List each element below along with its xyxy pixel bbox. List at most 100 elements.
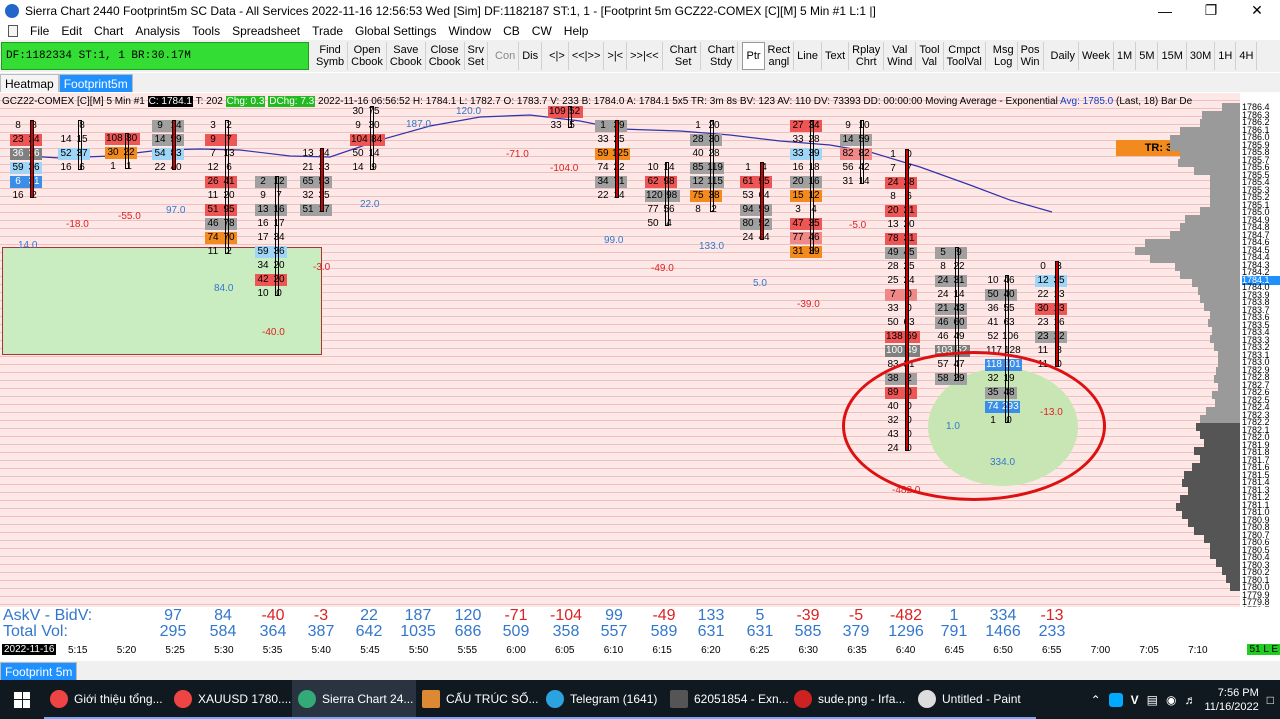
toolbar-button-30m[interactable]: 30M [1187,42,1216,70]
volume-profile-bar [1204,439,1240,447]
zalo-icon[interactable] [1108,692,1123,707]
time-label: 6:15 [652,645,672,656]
toolbar-button-5m[interactable]: 5M [1136,42,1159,70]
toolbar-button-ptr[interactable]: Ptr [742,42,765,70]
chevron-up-icon[interactable]: ⌃ [1091,693,1101,707]
toolbar-button-srv[interactable]: Srv Set [465,42,489,70]
time-label: 5:35 [262,645,283,656]
menu-cw[interactable]: CW [526,24,558,38]
toolbar-button-4h[interactable]: 4H [1236,42,1258,70]
taskbar-item-mt[interactable]: 62051854 - Exn... [664,680,788,719]
taskbar-item-chrome-2[interactable]: XAUUSD 1780.... [168,680,292,719]
time-label: 6:20 [701,645,721,656]
tab-footprint5m[interactable]: Footprint5m [58,74,133,92]
toolbar-button--[interactable]: >>|<< [627,42,663,70]
time-axis[interactable]: 2022-11-16 51 L E 5:15 5:20 5:25 5:30 5:35 5:… [0,641,1280,661]
clock[interactable]: 7:56 PM 11/16/2022 [1205,686,1259,714]
toolbar-button-week[interactable]: Week [1079,42,1114,70]
bid-volume: 50 [887,317,899,328]
taskbar-item-telegram[interactable]: Telegram (1641) [540,680,664,719]
menu-chart[interactable]: Chart [88,24,129,38]
network-icon[interactable]: ▤ [1147,693,1158,707]
menu-cb[interactable]: CB [497,24,526,38]
toolbar-button-save[interactable]: Save Cbook [387,42,426,70]
tab-footprint-5m[interactable]: Footprint 5m [0,662,78,680]
menu-spreadsheet[interactable]: Spreadsheet [226,24,306,38]
volume-icon[interactable]: ♬ [1185,693,1197,707]
footprint-cell: 82 [690,204,722,216]
toolbar-button-1m[interactable]: 1M [1114,42,1137,70]
toolbar-button-1h[interactable]: 1H [1215,42,1237,70]
menu-file[interactable]: File [24,24,55,38]
time-label: 5:55 [457,645,478,656]
time-label: 7:05 [1139,645,1159,656]
taskbar-item-word[interactable]: CẤU TRÚC SỐ... [416,680,540,719]
toolbar-button-cmpct[interactable]: Cmpct ToolVal [944,42,986,70]
menu-help[interactable]: Help [558,24,595,38]
taskbar-item-irfanview[interactable]: sude.png - Irfa... [788,680,912,719]
toolbar-button-pos[interactable]: Pos Win [1018,42,1044,70]
toolbar-button-val[interactable]: Val Wind [884,42,917,70]
toolbar-button-chart[interactable]: Chart Set [667,42,701,70]
daily-change-value: DChg: 7.3 [268,96,316,107]
button-line-1: 30M [1189,50,1212,62]
maximize-button[interactable]: ❐ [1188,0,1234,21]
menu-trade[interactable]: Trade [306,24,349,38]
menu-global-settings[interactable]: Global Settings [349,24,442,38]
ask-volume: 63 [1003,317,1015,328]
toolbar-button-dis[interactable]: Dis [519,42,543,70]
footprint-cell: 32 [205,120,237,132]
tab-heatmap[interactable]: Heatmap [0,74,59,92]
price-scale[interactable]: 1786.4 1786.3 1786.2 1786.1 1786.0 1785.9 1785… [1240,93,1280,614]
footprint-chart[interactable]: 8 8 23 24 36 26 59 36 6 31 16 2 8 14 15 52 37 16 6 108 80 30 2… [0,93,1240,607]
ask-volume: 35 [318,190,330,201]
toolbar-button-find[interactable]: Find Symb [313,42,349,70]
close-button[interactable]: ✕ [1234,0,1280,21]
toolbar-button-con[interactable]: Con [492,42,520,70]
volume-profile-bar [1188,519,1240,527]
menu-analysis[interactable]: Analysis [129,24,186,38]
toolbar-button-text[interactable]: Text [822,42,850,70]
footprint-cell: 30 22 [105,147,137,159]
footprint-cell: 34 20 [255,260,287,272]
taskbar-item-paint[interactable]: Untitled - Paint [912,680,1036,719]
ask-volume: 3 [1056,261,1062,272]
toolbar-button-daily[interactable]: Daily [1048,42,1079,70]
toolbar-button-msg[interactable]: Msg Log [990,42,1018,70]
toolbar-button-open[interactable]: Open Cbook [348,42,387,70]
toolbar-button-line[interactable]: Line [794,42,822,70]
start-button[interactable] [0,680,44,719]
toolbar-button--[interactable]: <|> [546,42,569,70]
ask-volume: 31 [901,233,917,245]
delta-annotation: 5.0 [753,278,767,289]
menu-edit[interactable]: Edit [55,24,88,38]
candle-body [615,120,619,198]
volume-profile-bar [1208,319,1240,327]
menu-window[interactable]: Window [442,24,497,38]
toolbar-button--[interactable]: >|< [604,42,628,70]
wifi-icon[interactable]: ◉ [1166,693,1176,707]
language-indicator[interactable]: V [1131,693,1139,707]
notification-icon[interactable]: □ [1267,693,1274,707]
volume-profile-bar [1185,215,1240,223]
bid-volume: 46 [935,317,951,329]
annotation-ellipse[interactable] [842,351,1106,501]
toolbar-button-tool[interactable]: Tool Val [916,42,944,70]
taskbar-item-chrome-1[interactable]: Giới thiệu tổng... [44,680,168,719]
footprint-cell: 77 46 [790,232,822,244]
total-volume-value: 379 [842,623,870,640]
footprint-cell: 36 55 [985,303,1017,315]
toolbar-button--[interactable]: <<|>> [569,42,605,70]
toolbar-button-15m[interactable]: 15M [1158,42,1187,70]
toolbar-button-rect[interactable]: Rect angl [765,42,795,70]
bid-volume: 34 [595,176,611,188]
total-volume-row: Total Vol: 295 584 364 387 642 1035 686 509 358 5… [0,623,1240,640]
minimize-button[interactable]: — [1142,0,1188,21]
toolbar-button-chart[interactable]: Chart Stdy [705,42,739,70]
taskbar-item-sierra[interactable]: Sierra Chart 24... [292,680,416,719]
footprint-cell: 12 115 [690,176,724,188]
toolbar-button-close[interactable]: Close Cbook [426,42,465,70]
toolbar-button-rplay[interactable]: Rplay Chrt [849,42,885,70]
menu-tools[interactable]: Tools [186,24,226,38]
ask-volume: 6 [79,162,85,173]
